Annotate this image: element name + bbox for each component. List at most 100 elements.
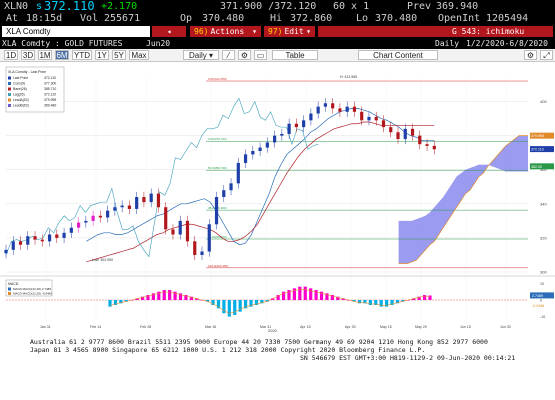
trade-size: 60 x 1 <box>333 1 370 12</box>
macd-histogram-bar <box>303 286 307 300</box>
legend-box: XLA Comdty - Last Price Last Price 372.11… <box>5 66 65 113</box>
price-tag-label: 372.110 <box>531 148 544 152</box>
footer-contacts: Australia 61 2 9777 8600 Brazil 5511 239… <box>30 338 488 346</box>
price-tick-label: 300 <box>540 270 547 275</box>
low-label: Lo <box>356 13 369 24</box>
macd-histogram-bar <box>216 300 221 309</box>
candle-body <box>207 224 211 252</box>
line-icon[interactable]: ⁄ <box>222 50 235 60</box>
openint-value: 1205494 <box>486 13 529 24</box>
candle-body <box>243 154 248 163</box>
candle-body <box>47 234 52 242</box>
candle-body <box>418 135 422 145</box>
footer-copyright: Japan 81 3 4565 8900 Singapore 65 6212 1… <box>30 346 426 354</box>
macd-histogram-bar <box>298 286 302 300</box>
candle-body <box>113 207 117 211</box>
range-button-1m[interactable]: 1M <box>38 50 52 60</box>
candle-body <box>294 123 298 128</box>
candle-body <box>214 197 219 225</box>
candle-body <box>62 232 66 238</box>
bid-ask: 371.900 /372.120 <box>220 1 317 12</box>
candle-body <box>367 116 371 121</box>
quote-header: XLN0 s 372.110 +2.170 371.900 /372.120 6… <box>0 0 555 25</box>
ichimoku-chart[interactable]: 0.00(412.050) 0.00(376.723) 50.0(359.730) 3… <box>0 62 555 335</box>
frequency-dropdown[interactable]: Daily ▾ <box>183 50 219 60</box>
range-button-6m[interactable]: 6M <box>55 50 69 60</box>
candle-body <box>396 132 400 140</box>
macd-legend-label: MACD MACD(12,26) -0.0466 <box>13 292 52 296</box>
table-label: Table <box>285 51 305 60</box>
actions-menu[interactable]: 96) Actions ▾ <box>190 26 261 37</box>
legend-item-value: 359.480 <box>44 104 56 108</box>
gear-icon[interactable]: ⚙ <box>524 50 537 60</box>
candle-body <box>76 222 81 228</box>
x-axis-label: May 29 <box>415 325 427 329</box>
last-price: 372.110 <box>44 0 95 13</box>
x-axis-label: Mar 16 <box>205 325 216 329</box>
candle-body <box>287 123 291 134</box>
prev-value: 369.940 <box>436 1 479 12</box>
candle-body <box>98 215 102 218</box>
settings-icon[interactable]: ⚙ <box>238 50 251 60</box>
range-button-1d[interactable]: 1D <box>4 50 18 60</box>
zoom-icon[interactable]: ▭ <box>254 50 267 60</box>
macd-legend: MACD MACD MACD(12,26) 2.7489MACD MACD(12… <box>5 279 52 297</box>
fullscreen-icon[interactable]: ⤢ <box>540 50 553 60</box>
candle-body <box>403 128 407 140</box>
range-button-3d[interactable]: 3D <box>21 50 35 60</box>
prev-label: Prev <box>407 1 432 12</box>
legend-swatch <box>8 87 11 91</box>
candle-body <box>185 220 190 242</box>
range-button-1y[interactable]: 1Y <box>95 50 109 60</box>
chart-panel: 1D 3D 1M 6M YTD 1Y 5Y Max Daily ▾ ⁄ ⚙ ▭ Table C… <box>0 49 555 335</box>
macd-legend-label: MACD MACD(12,26) 2.7489 <box>13 287 51 291</box>
toolbar: XLA Comdty ◂ 96) Actions ▾ 97) Edit ▾ G 54… <box>0 25 555 38</box>
ticker-symbol: XLN0 <box>4 1 29 12</box>
legend-swatch <box>8 98 11 102</box>
macd-legend-title: MACD <box>8 282 19 286</box>
legend-item-value: 372.110 <box>44 76 56 80</box>
legend-title: XLA Comdty - Last Price <box>8 70 46 74</box>
candle-body <box>40 239 44 242</box>
candle-body <box>345 106 349 112</box>
legend-item-label: Conv(9) <box>13 82 25 86</box>
candle-body <box>236 162 240 184</box>
range-button-max[interactable]: Max <box>129 50 149 60</box>
macd-histogram-bar <box>168 290 172 300</box>
edit-menu[interactable]: 97) Edit ▾ <box>264 26 315 37</box>
frequency-label: Daily <box>188 51 207 60</box>
candle-body <box>193 241 197 255</box>
indicator-line <box>86 108 435 246</box>
fib-level-label: 100.0(302.450) <box>208 264 228 268</box>
range-button-5y[interactable]: 5Y <box>112 50 126 60</box>
legend-item-value: 372.110 <box>44 93 56 97</box>
table-button[interactable]: Table <box>272 50 318 60</box>
candle-body <box>265 142 269 148</box>
range-button-ytd[interactable]: YTD <box>72 50 92 60</box>
candle-body <box>106 210 110 218</box>
chevron-down-icon: ▾ <box>306 27 311 36</box>
open-value: 370.480 <box>202 13 245 24</box>
security-name: XLA Comdty : GOLD FUTURES <box>2 39 123 48</box>
macd-histogram-bar <box>108 300 112 307</box>
candle-body <box>432 145 436 150</box>
fib-level-label: 0.00(412.050) <box>208 77 227 81</box>
macd-histogram-bar <box>385 300 389 307</box>
chart-title-bar: G 543: ichimoku <box>318 26 553 37</box>
legend-swatch <box>8 76 11 80</box>
security-field[interactable]: XLA Comdty <box>2 26 150 37</box>
candle-body <box>200 251 204 255</box>
macd-price-tag-label: 2.7489 <box>532 294 543 298</box>
security-field-text: XLA Comdty <box>6 27 51 36</box>
chart-content-label: Chart Content <box>373 51 423 60</box>
security-search-button[interactable]: ◂ <box>152 26 186 37</box>
x-axis-label: Jan 31 <box>40 325 51 329</box>
macd-tick-label: 10 <box>540 282 544 286</box>
candle-body <box>323 103 328 107</box>
candle-body <box>171 229 175 235</box>
legend-swatch <box>8 93 11 96</box>
chart-content-button[interactable]: Chart Content <box>358 50 438 60</box>
date-range: 1/2/2020-6/8/2020 <box>466 39 548 48</box>
low-value: 370.480 <box>375 13 418 24</box>
macd-histogram-bar <box>233 300 237 315</box>
